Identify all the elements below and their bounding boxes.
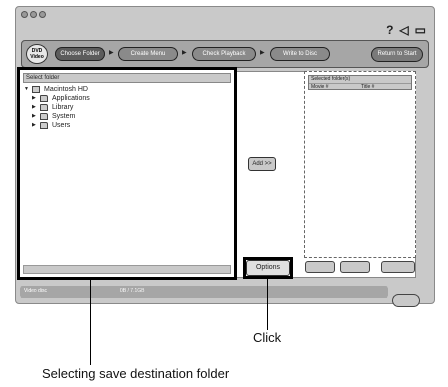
tree-item-label: Applications bbox=[52, 95, 90, 102]
remove-button[interactable] bbox=[381, 261, 415, 273]
collapsed-triangle-icon[interactable]: ▶ bbox=[32, 94, 40, 103]
selecting-callout-line bbox=[90, 280, 91, 365]
folder-selection-panel: Select folder ▼ Macintosh HD ▶ Applicati… bbox=[17, 67, 237, 280]
logo-bottom-text: Video bbox=[30, 54, 44, 60]
selected-folders-title: Selected folder(s) bbox=[309, 76, 411, 84]
collapsed-triangle-icon[interactable]: ▶ bbox=[32, 121, 40, 130]
tree-item-library[interactable]: ▶ Library bbox=[24, 103, 90, 112]
folder-icon bbox=[40, 113, 48, 120]
click-callout-line bbox=[267, 279, 268, 330]
collapsed-triangle-icon[interactable]: ▶ bbox=[32, 112, 40, 121]
tree-item-label: Macintosh HD bbox=[44, 86, 88, 93]
folder-icon bbox=[40, 122, 48, 129]
step-write-to-disc[interactable]: Write to Disc bbox=[270, 47, 330, 61]
zoom-window-button[interactable] bbox=[39, 11, 46, 18]
folder-icon bbox=[40, 95, 48, 102]
folder-tree: ▼ Macintosh HD ▶ Applications ▶ Library … bbox=[24, 85, 90, 130]
add-button[interactable]: Add >> bbox=[248, 157, 276, 171]
expanded-triangle-icon[interactable]: ▼ bbox=[24, 85, 32, 94]
step-arrow-icon: ▶ bbox=[182, 50, 187, 56]
step-arrow-icon: ▶ bbox=[260, 50, 265, 56]
options-button[interactable]: Options bbox=[246, 260, 290, 276]
minimize-window-button[interactable] bbox=[30, 11, 37, 18]
collapsed-triangle-icon[interactable]: ▶ bbox=[32, 103, 40, 112]
top-icons: ? ◁ ▭ bbox=[386, 23, 426, 37]
horizontal-scrollbar[interactable] bbox=[23, 265, 231, 274]
tree-item-applications[interactable]: ▶ Applications bbox=[24, 94, 90, 103]
capacity-text: 0B / 7.1GB bbox=[120, 288, 145, 294]
status-bar: Video disc 0B / 7.1GB bbox=[20, 286, 388, 298]
tree-item-label: System bbox=[52, 113, 76, 120]
selected-folders-header: Selected folder(s) Movie # Title # bbox=[308, 75, 412, 90]
move-down-button[interactable] bbox=[340, 261, 370, 273]
dvd-video-logo: DVD Video bbox=[26, 44, 48, 64]
help-icon[interactable]: ? bbox=[386, 23, 393, 37]
move-up-button[interactable] bbox=[305, 261, 335, 273]
folder-panel-header: Select folder bbox=[23, 73, 231, 83]
speaker-icon[interactable]: ◁ bbox=[399, 23, 408, 37]
window-controls bbox=[21, 11, 46, 18]
step-check-playback[interactable]: Check Playback bbox=[192, 47, 256, 61]
tree-item-system[interactable]: ▶ System bbox=[24, 112, 90, 121]
selected-folders-panel: Selected folder(s) Movie # Title # bbox=[304, 71, 416, 258]
click-callout-label: Click bbox=[253, 330, 282, 345]
folder-icon bbox=[40, 104, 48, 111]
step-arrow-icon: ▶ bbox=[109, 50, 114, 56]
disk-icon bbox=[32, 86, 40, 93]
selecting-callout-label: Selecting save destination folder bbox=[42, 366, 230, 381]
close-window-button[interactable] bbox=[21, 11, 28, 18]
window-icon[interactable]: ▭ bbox=[415, 23, 426, 37]
tree-item-label: Library bbox=[52, 104, 74, 111]
step-toolbar: DVD Video Choose Folder ▶ Create Menu ▶ … bbox=[21, 40, 429, 68]
return-to-start-button[interactable]: Return to Start bbox=[371, 47, 423, 62]
selected-folders-columns: Movie # Title # bbox=[309, 84, 411, 90]
column-title[interactable]: Title # bbox=[361, 84, 411, 90]
tree-item-macintosh-hd[interactable]: ▼ Macintosh HD bbox=[24, 85, 90, 94]
tree-item-users[interactable]: ▶ Users bbox=[24, 121, 90, 130]
tree-item-label: Users bbox=[52, 122, 71, 129]
status-indicator bbox=[392, 294, 420, 307]
step-create-menu[interactable]: Create Menu bbox=[118, 47, 178, 61]
step-choose-folder[interactable]: Choose Folder bbox=[55, 47, 105, 61]
column-movie[interactable]: Movie # bbox=[311, 84, 361, 90]
disc-type-text: Video disc bbox=[24, 288, 47, 294]
